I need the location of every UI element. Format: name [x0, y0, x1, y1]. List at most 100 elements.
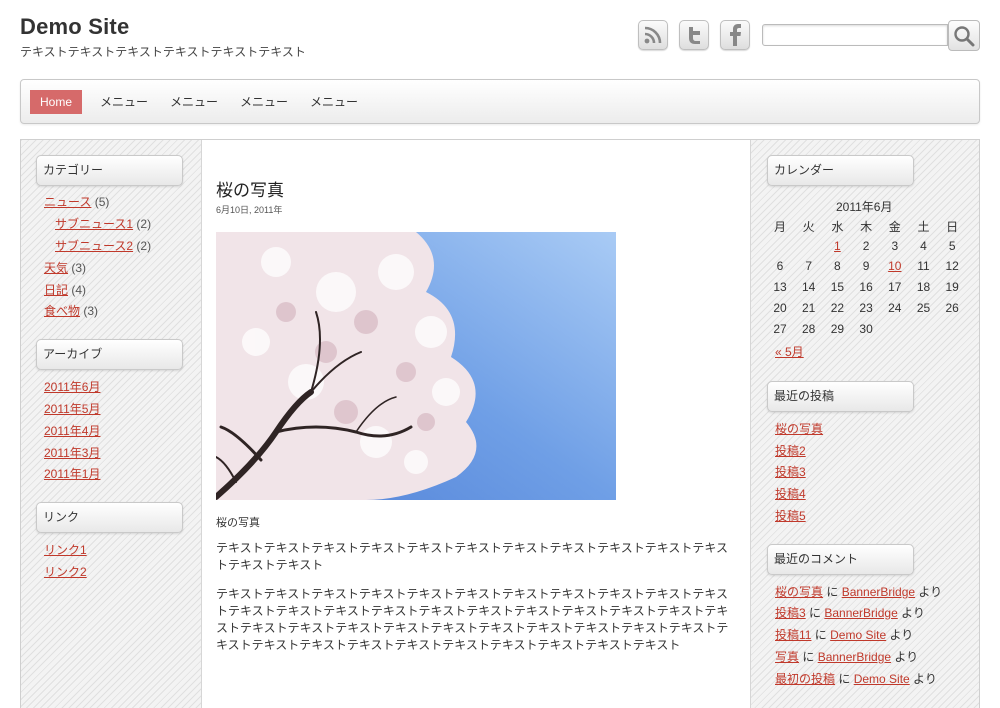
- post-title[interactable]: 桜の写真: [216, 176, 284, 201]
- recent-comment: 最初の投稿 に Demo Site より: [775, 670, 937, 687]
- nav-item-menu-2[interactable]: メニュー: [170, 90, 218, 114]
- comment-author-link[interactable]: Demo Site: [854, 672, 910, 686]
- category-count: (3): [83, 304, 99, 318]
- search-input[interactable]: [762, 24, 948, 46]
- category-link[interactable]: ニュース: [44, 195, 91, 209]
- search-icon: [954, 25, 975, 46]
- category-link[interactable]: 日記: [44, 283, 68, 297]
- comment-author-link[interactable]: BannerBridge: [842, 585, 915, 599]
- calendar-day: 6: [776, 259, 784, 274]
- calendar-weekday: 火: [802, 220, 815, 234]
- nav-item-menu-1[interactable]: メニュー: [100, 90, 148, 114]
- archive-link[interactable]: 2011年5月: [44, 400, 100, 417]
- archive-link[interactable]: 2011年3月: [44, 444, 100, 461]
- calendar-day: 24: [888, 300, 902, 315]
- photo-caption: 桜の写真: [216, 517, 260, 529]
- facebook-button[interactable]: [720, 20, 750, 50]
- comment-post-link[interactable]: 投稿3: [775, 606, 806, 620]
- facebook-icon: [730, 24, 741, 46]
- rss-button[interactable]: [638, 20, 668, 50]
- comment-post-link[interactable]: 投稿11: [775, 628, 811, 642]
- archive-link[interactable]: 2011年4月: [44, 422, 100, 439]
- category-link[interactable]: サブニュース1: [55, 217, 133, 231]
- calendar-grid: 月火水木金土日 1 2 3 4 5 6 7 8 9 10 11 12 13 14 15 16 17 18 19 20 21…: [766, 218, 976, 338]
- recent-post-link[interactable]: 投稿2: [775, 442, 806, 459]
- calendar-day: 14: [802, 280, 816, 295]
- calendar-day: 2: [862, 238, 870, 253]
- category-count: (5): [94, 195, 110, 209]
- search-button[interactable]: [948, 20, 980, 51]
- recent-post-link[interactable]: 投稿5: [775, 507, 806, 524]
- category-item: サブニュース2 (2): [55, 237, 151, 254]
- rss-icon: [644, 26, 662, 44]
- comment-suffix: より: [915, 585, 943, 599]
- calendar-prev-link[interactable]: « 5月: [775, 343, 804, 360]
- calendar-day: 21: [802, 300, 816, 315]
- calendar-weekday: 土: [917, 220, 930, 234]
- calendar-day: 20: [773, 300, 787, 315]
- calendar-day: 11: [917, 259, 930, 274]
- category-item: 天気 (3): [44, 259, 86, 276]
- recent-post-link[interactable]: 投稿4: [775, 485, 806, 502]
- calendar-day-link[interactable]: 10: [881, 259, 909, 273]
- category-count: (3): [71, 261, 87, 275]
- comment-post-link[interactable]: 桜の写真: [775, 585, 823, 599]
- main-container: カテゴリー ニュース (5) サブニュース1 (2) サブニュース2 (2) 天…: [20, 139, 980, 708]
- post-paragraph: テキストテキストテキストテキストテキストテキストテキストテキストテキストテキスト…: [216, 587, 729, 652]
- calendar-weekday: 月: [773, 220, 786, 234]
- recent-post-link[interactable]: 投稿3: [775, 463, 806, 480]
- links-widget-title: リンク: [36, 502, 183, 533]
- calendar-day: 9: [862, 259, 870, 274]
- calendar-day: 28: [802, 321, 816, 336]
- recent-comment: 投稿3 に BannerBridge より: [775, 604, 925, 621]
- archive-link[interactable]: 2011年1月: [44, 465, 100, 482]
- calendar-day: 26: [945, 300, 959, 315]
- post-paragraph: テキストテキストテキストテキストテキストテキストテキストテキストテキストテキスト…: [216, 541, 729, 572]
- site-title[interactable]: Demo Site: [20, 14, 129, 40]
- category-link[interactable]: 食べ物: [44, 304, 80, 318]
- calendar-day: 30: [859, 321, 873, 336]
- calendar-day: 7: [805, 259, 813, 274]
- category-item: ニュース (5): [44, 193, 109, 210]
- nav-item-home[interactable]: Home: [30, 90, 83, 114]
- recent-comment: 写真 に BannerBridge より: [775, 648, 918, 665]
- twitter-button[interactable]: [679, 20, 709, 50]
- calendar-day: 18: [916, 280, 931, 295]
- calendar-day: 27: [773, 321, 787, 336]
- recent-comment: 投稿11 に Demo Site より: [775, 626, 913, 643]
- calendar-weekday: 水: [831, 220, 844, 234]
- recent-post-link[interactable]: 桜の写真: [775, 420, 823, 437]
- categories-widget-title: カテゴリー: [36, 155, 183, 186]
- post-date: 6月10日, 2011年: [216, 205, 283, 215]
- nav-item-menu-3[interactable]: メニュー: [240, 90, 288, 114]
- category-link[interactable]: サブニュース2: [55, 239, 133, 253]
- calendar-day: 23: [859, 300, 873, 315]
- category-item: 食べ物 (3): [44, 302, 98, 319]
- calendar-day: 12: [945, 259, 959, 274]
- calendar-day: 4: [920, 238, 927, 253]
- comment-post-link[interactable]: 写真: [775, 650, 799, 664]
- calendar-weekday: 日: [946, 220, 959, 234]
- archive-link[interactable]: 2011年6月: [44, 378, 100, 395]
- blogroll-link[interactable]: リンク2: [44, 563, 87, 580]
- nav-item-menu-4[interactable]: メニュー: [310, 90, 358, 114]
- calendar-day: 19: [945, 280, 959, 295]
- comment-author-link[interactable]: Demo Site: [830, 628, 886, 642]
- comment-author-link[interactable]: BannerBridge: [818, 650, 891, 664]
- calendar-day: 8: [834, 259, 841, 274]
- calendar-day: 17: [888, 280, 902, 295]
- comment-author-link[interactable]: BannerBridge: [824, 606, 897, 620]
- calendar-widget-title: カレンダー: [767, 155, 914, 186]
- calendar-day: 22: [830, 300, 845, 315]
- category-count: (4): [71, 283, 87, 297]
- twitter-icon: [689, 27, 700, 44]
- post-content: 桜の写真 6月10日, 2011年 桜の写真 テキストテキストテキストテキストテ…: [201, 140, 751, 708]
- comment-separator: に: [823, 585, 842, 599]
- comment-post-link[interactable]: 最初の投稿: [775, 672, 835, 686]
- category-link[interactable]: 天気: [44, 261, 68, 275]
- comment-suffix: より: [891, 650, 919, 664]
- cherry-blossom-photo[interactable]: [216, 232, 616, 500]
- calendar-day: 3: [891, 238, 899, 253]
- calendar-day-link[interactable]: 1: [823, 239, 851, 253]
- blogroll-link[interactable]: リンク1: [44, 541, 87, 558]
